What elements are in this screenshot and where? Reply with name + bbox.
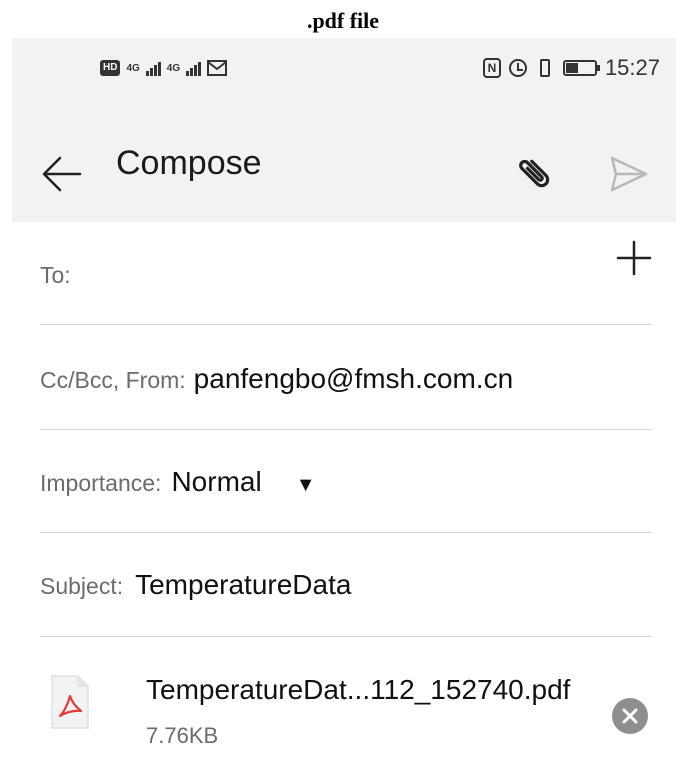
close-icon <box>622 708 638 724</box>
battery-icon <box>562 60 600 76</box>
back-arrow-icon[interactable] <box>40 152 84 196</box>
remove-attachment-button[interactable] <box>612 698 648 734</box>
ccbcc-from-row[interactable]: Cc/Bcc, From: panfengbo@fmsh.com.cn <box>40 325 652 430</box>
subject-row[interactable]: Subject: TemperatureData <box>40 533 652 637</box>
status-bar: HD 4G 4G N 15:27 <box>12 38 676 122</box>
to-label: To: <box>40 262 71 288</box>
dropdown-arrow-icon[interactable]: ▼ <box>296 474 316 497</box>
importance-value[interactable]: Normal <box>171 466 261 498</box>
subject-value[interactable]: TemperatureData <box>135 569 351 601</box>
send-icon[interactable] <box>606 152 650 196</box>
app-bar: Compose <box>12 122 676 222</box>
sim1-label: 4G <box>126 62 140 74</box>
page-title: Compose <box>116 144 262 182</box>
attachment-size: 7.76KB <box>146 723 219 748</box>
status-left: HD 4G 4G <box>100 56 228 80</box>
sim2-label: 4G <box>166 62 181 74</box>
signal-icon <box>186 60 202 76</box>
status-right: N 15:27 <box>482 55 660 80</box>
hd-icon: HD <box>100 60 121 76</box>
vibrate-icon <box>535 59 555 77</box>
from-address: panfengbo@fmsh.com.cn <box>193 363 514 394</box>
attachment-name[interactable]: TemperatureDat...112_152740.pdf <box>146 674 570 706</box>
nfc-icon: N <box>482 58 501 78</box>
subject-label: Subject: <box>40 573 124 599</box>
ccbcc-from-label: Cc/Bcc, From: <box>40 367 186 393</box>
mail-icon <box>207 60 228 76</box>
importance-label: Importance: <box>40 470 162 496</box>
importance-row[interactable]: Importance: Normal ▼ <box>40 430 652 533</box>
phone-screen: HD 4G 4G N 15:27 Compose To: Cc/Bcc, Fro… <box>12 38 676 763</box>
attachment-icon[interactable] <box>512 150 560 198</box>
status-time: 15:27 <box>604 55 660 80</box>
pdf-file-icon <box>51 675 89 729</box>
to-row[interactable]: To: <box>40 222 652 325</box>
alarm-icon <box>508 59 527 77</box>
signal-icon <box>145 60 161 76</box>
figure-caption: .pdf file <box>306 8 380 33</box>
add-recipient-icon[interactable] <box>616 240 652 276</box>
